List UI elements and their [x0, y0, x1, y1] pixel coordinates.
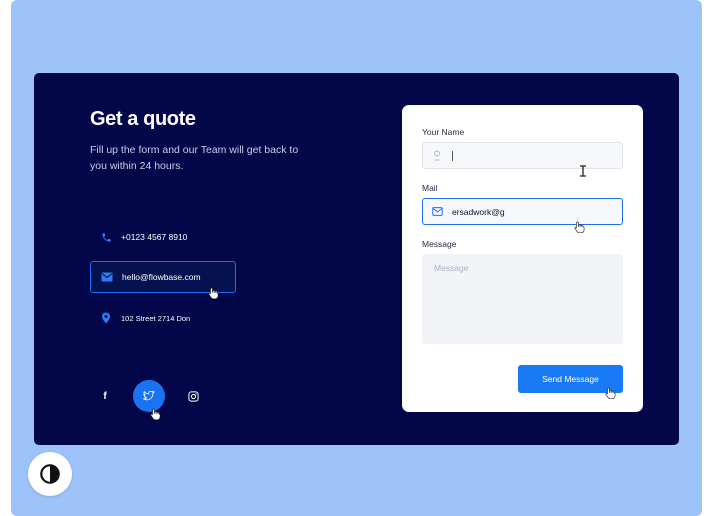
instagram-button[interactable] [177, 380, 209, 412]
contact-address[interactable]: 102 Street 2714 Don [90, 303, 236, 333]
message-placeholder: Message [434, 263, 469, 273]
text-caret [452, 150, 453, 161]
facebook-button[interactable]: f [89, 380, 121, 412]
message-label: Message [422, 239, 457, 249]
instagram-icon [187, 390, 199, 402]
hand-cursor-icon [150, 408, 161, 420]
contact-phone[interactable]: +0123 4567 8910 [90, 222, 236, 252]
mail-icon [432, 207, 443, 216]
hand-cursor-icon [208, 287, 219, 299]
page-subtitle: Fill up the form and our Team will get b… [90, 144, 299, 172]
address-text: 102 Street 2714 Don [121, 313, 191, 323]
message-field[interactable]: Message [422, 254, 623, 344]
mail-field[interactable]: ersadwork@g [422, 198, 623, 225]
page-title: Get a quote [90, 108, 196, 130]
location-pin-icon [100, 312, 112, 324]
facebook-icon: f [103, 390, 107, 402]
text-cursor-icon [580, 165, 586, 177]
name-field[interactable] [422, 142, 623, 169]
contact-form: Your Name Mail ersadwork@g Message Messa… [402, 105, 643, 412]
user-icon [434, 150, 440, 161]
mail-label: Mail [422, 183, 438, 193]
phone-text: +0123 4567 8910 [121, 232, 188, 242]
contrast-icon [40, 464, 60, 484]
theme-toggle-button[interactable] [28, 452, 72, 496]
name-label: Your Name [422, 127, 465, 137]
phone-icon [100, 231, 112, 243]
hand-cursor-icon [605, 387, 616, 399]
mail-value: ersadwork@g [452, 206, 505, 217]
mail-icon [101, 271, 113, 283]
twitter-icon [143, 391, 155, 401]
hand-cursor-icon [574, 221, 585, 233]
email-text: hello@flowbase.com [122, 272, 201, 282]
